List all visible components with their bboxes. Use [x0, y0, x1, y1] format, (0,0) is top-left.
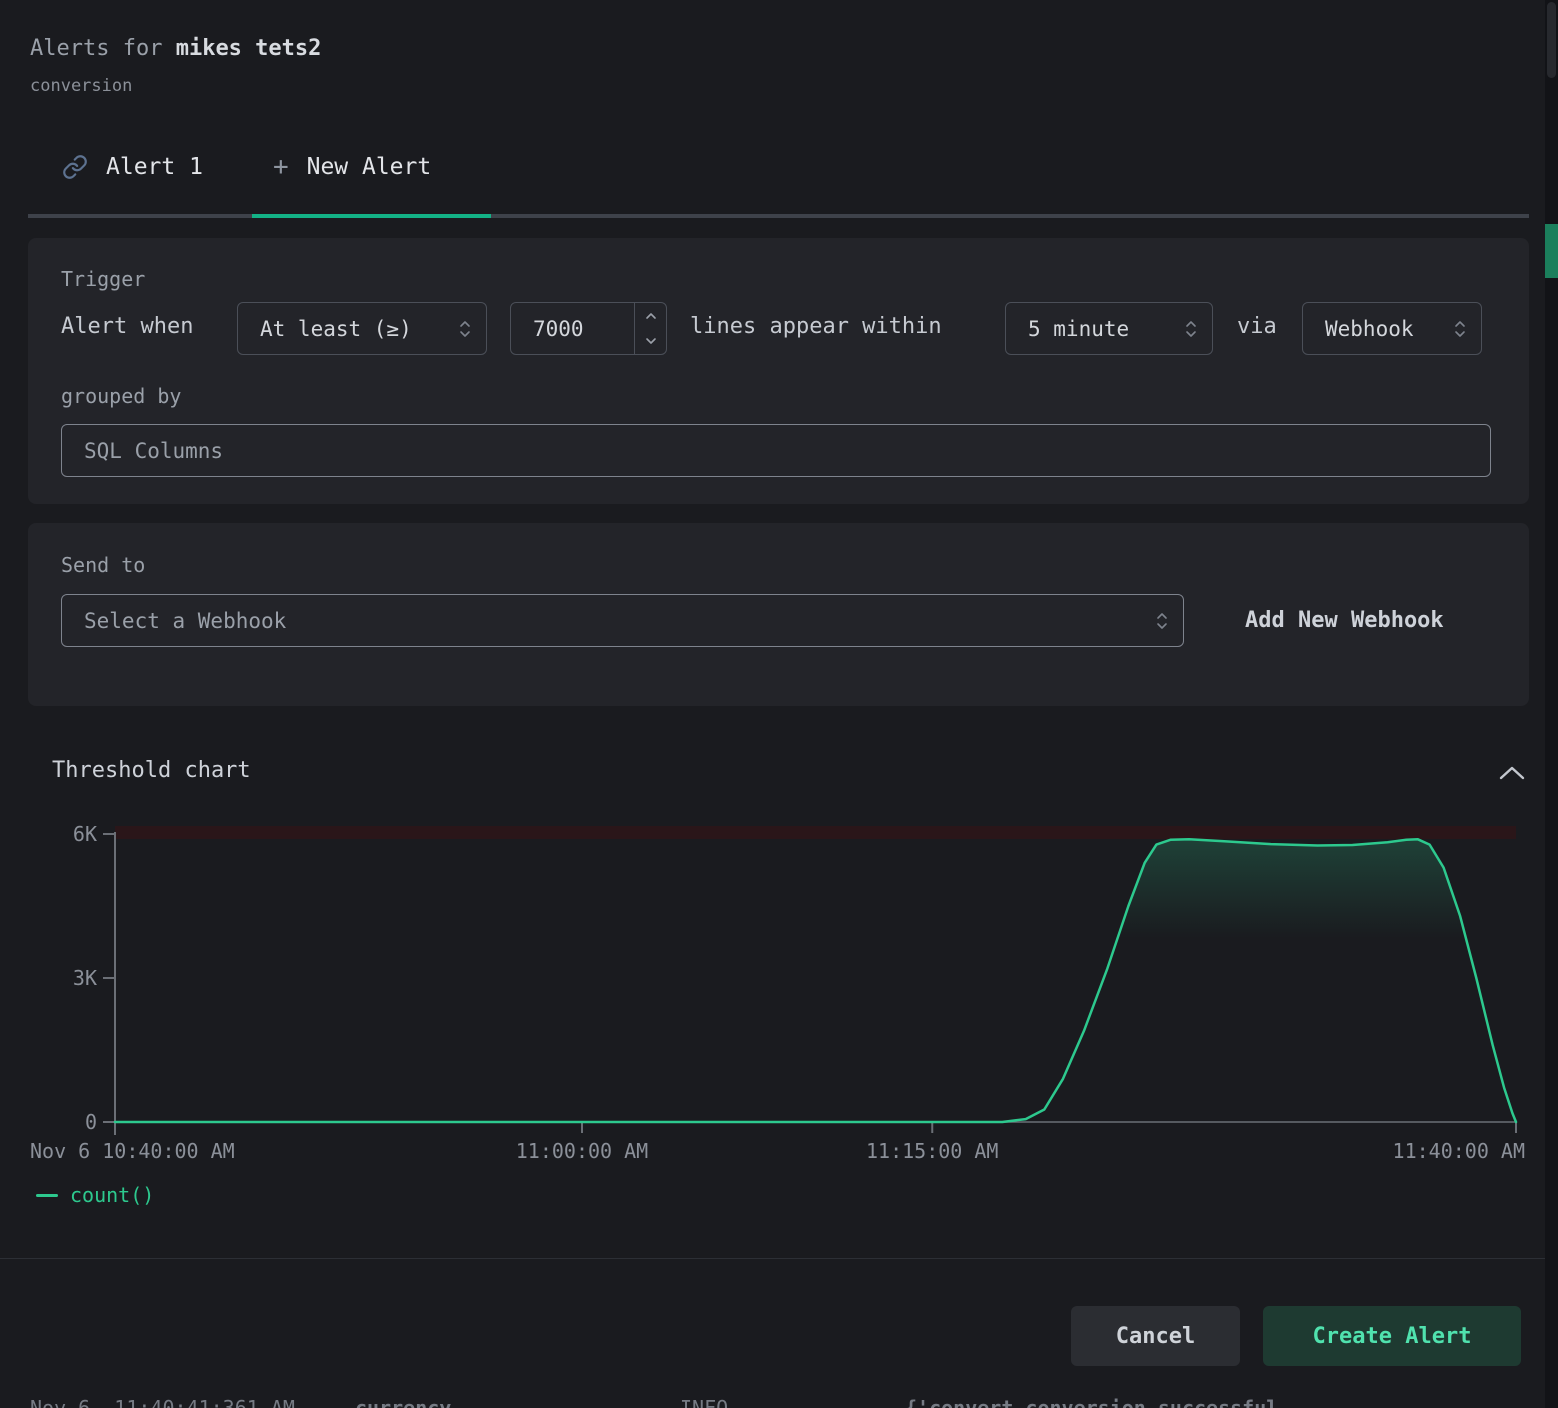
page-subtitle: conversion [30, 76, 132, 96]
chevron-updown-icon [444, 318, 486, 340]
window-value: 5 minute [1006, 317, 1170, 341]
stepper-up-button[interactable] [635, 303, 666, 329]
via-text: via [1237, 314, 1277, 339]
log-level: INFO [680, 1396, 728, 1408]
threshold-chart: 0 3K 6K Nov 6 10:40:00 AM 11:00:00 AM 11:15:0… [0, 818, 1558, 1168]
dataset-name: mikes tets2 [176, 36, 322, 61]
threshold-chart-title: Threshold chart [52, 758, 251, 783]
chevron-up-icon [1497, 764, 1527, 782]
comparator-value: At least (≥) [238, 317, 444, 341]
create-alert-button[interactable]: Create Alert [1263, 1306, 1521, 1366]
scrollbar-thumb[interactable] [1547, 2, 1556, 78]
tab-alert-1-label: Alert 1 [106, 154, 203, 180]
background-log-row: Nov 6, 11:40:41:361 AM currency INFO {'c… [0, 1396, 1545, 1408]
page-title: Alerts for mikes tets2 [30, 36, 321, 61]
alert-tabs: Alert 1 + New Alert [28, 152, 465, 182]
add-new-webhook-button[interactable]: Add New Webhook [1245, 608, 1444, 633]
comparator-select[interactable]: At least (≥) [237, 302, 487, 355]
trigger-section-label: Trigger [61, 267, 145, 291]
collapse-section-button[interactable] [1490, 755, 1534, 791]
threshold-stepper [634, 303, 666, 354]
webhook-select-placeholder: Select a Webhook [62, 609, 1141, 633]
tab-new-alert-label: New Alert [307, 154, 432, 180]
tab-alert-1[interactable]: Alert 1 [28, 154, 239, 180]
tab-new-alert[interactable]: + New Alert [239, 152, 465, 182]
grouped-by-label: grouped by [61, 384, 181, 408]
tab-underline-active [252, 214, 491, 218]
chevron-updown-icon [1439, 318, 1481, 340]
page-title-prefix: Alerts for [30, 36, 176, 61]
send-to-label: Send to [61, 553, 145, 577]
chevron-updown-icon [1141, 610, 1183, 632]
stepper-down-button[interactable] [635, 329, 666, 355]
svg-text:6K: 6K [73, 822, 97, 846]
log-message: {'convert conversion successful [905, 1396, 1278, 1408]
svg-text:3K: 3K [73, 966, 97, 990]
chevron-updown-icon [1170, 318, 1212, 340]
channel-value: Webhook [1303, 317, 1439, 341]
lines-appear-text: lines appear within [690, 314, 942, 339]
plus-icon: + [273, 152, 289, 182]
svg-text:11:15:00 AM: 11:15:00 AM [866, 1139, 998, 1163]
right-edge-strip [1545, 0, 1558, 1408]
grouped-by-placeholder: SQL Columns [62, 439, 1490, 463]
svg-text:0: 0 [85, 1110, 97, 1134]
channel-select[interactable]: Webhook [1302, 302, 1482, 355]
log-service: currency [355, 1396, 451, 1408]
link-icon [62, 154, 88, 180]
alert-when-text: Alert when [61, 314, 193, 339]
threshold-input[interactable]: 7000 [510, 302, 667, 355]
svg-text:Nov 6 10:40:00 AM: Nov 6 10:40:00 AM [30, 1139, 235, 1163]
webhook-select[interactable]: Select a Webhook [61, 594, 1184, 647]
window-select[interactable]: 5 minute [1005, 302, 1213, 355]
threshold-chart-canvas: 0 3K 6K Nov 6 10:40:00 AM 11:00:00 AM 11:15:0… [0, 818, 1558, 1168]
threshold-value: 7000 [511, 317, 634, 341]
log-timestamp: Nov 6, 11:40:41:361 AM [30, 1396, 295, 1408]
legend-series-label: count() [70, 1183, 154, 1207]
send-to-panel: Send to Select a Webhook Add New Webhook [28, 523, 1529, 706]
trigger-panel: Trigger Alert when At least (≥) 7000 lin… [28, 238, 1529, 504]
grouped-by-input[interactable]: SQL Columns [61, 424, 1491, 477]
svg-text:11:40:00 AM: 11:40:00 AM [1393, 1139, 1525, 1163]
alert-editor-modal: Alerts for mikes tets2 conversion Alert … [0, 0, 1558, 1408]
cancel-button[interactable]: Cancel [1071, 1306, 1240, 1366]
underlying-page-sliver [1545, 224, 1558, 278]
svg-text:11:00:00 AM: 11:00:00 AM [516, 1139, 648, 1163]
legend-line-swatch [36, 1194, 58, 1197]
footer-divider [0, 1258, 1545, 1259]
chart-legend: count() [36, 1183, 154, 1207]
